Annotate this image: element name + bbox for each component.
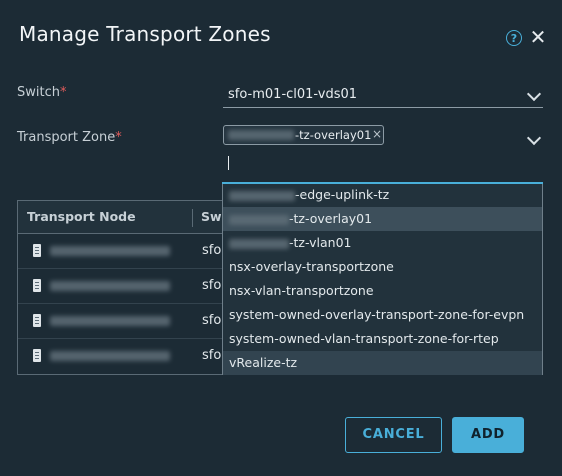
server-icon bbox=[33, 279, 41, 292]
dialog-title: Manage Transport Zones bbox=[19, 22, 271, 46]
cancel-button[interactable]: CANCEL bbox=[345, 417, 442, 453]
dropdown-option[interactable]: system-owned-vlan-transport-zone-for-rte… bbox=[223, 327, 542, 351]
option-label: nsx-overlay-transportzone bbox=[229, 259, 394, 274]
chevron-down-icon[interactable] bbox=[526, 86, 542, 102]
server-icon bbox=[33, 314, 41, 327]
switch-cell: sfo bbox=[202, 348, 222, 363]
transport-zone-label-text: Transport Zone bbox=[17, 130, 116, 145]
option-label: -tz-overlay01 bbox=[289, 211, 373, 226]
option-label: system-owned-vlan-transport-zone-for-rte… bbox=[229, 331, 499, 346]
dropdown-option[interactable]: system-owned-overlay-transport-zone-for-… bbox=[223, 303, 542, 327]
dropdown-option-hovered[interactable]: vRealize-tz bbox=[223, 351, 542, 375]
column-divider bbox=[192, 209, 193, 227]
switch-label-text: Switch bbox=[17, 85, 60, 100]
required-marker: * bbox=[115, 130, 122, 145]
switch-cell: sfo bbox=[202, 243, 222, 258]
dropdown-option[interactable]: -edge-uplink-tz bbox=[223, 183, 542, 207]
text-cursor[interactable] bbox=[228, 156, 229, 170]
chip-remove-icon[interactable]: × bbox=[372, 127, 382, 141]
option-label: nsx-vlan-transportzone bbox=[229, 283, 374, 298]
server-icon bbox=[33, 244, 41, 257]
column-header-transport-node[interactable]: Transport Node bbox=[27, 209, 136, 224]
selected-zone-chip: -tz-overlay01 × bbox=[223, 125, 384, 145]
redacted-text bbox=[229, 214, 289, 225]
redacted-text bbox=[50, 316, 170, 326]
redacted-text bbox=[50, 246, 170, 256]
option-label: vRealize-tz bbox=[229, 355, 298, 370]
switch-value: sfo-m01-cl01-vds01 bbox=[228, 87, 358, 102]
add-button[interactable]: ADD bbox=[452, 417, 524, 453]
redacted-text bbox=[50, 351, 170, 361]
server-icon bbox=[33, 349, 41, 362]
dropdown-option-selected[interactable]: -tz-overlay01 bbox=[223, 207, 542, 231]
close-icon[interactable]: ✕ bbox=[529, 26, 547, 48]
required-marker: * bbox=[59, 85, 67, 100]
option-label: -tz-vlan01 bbox=[289, 235, 352, 250]
dropdown-option[interactable]: -tz-vlan01 bbox=[223, 231, 542, 255]
dropdown-option[interactable]: nsx-vlan-transportzone bbox=[223, 279, 542, 303]
switch-select[interactable]: sfo-m01-cl01-vds01 bbox=[223, 84, 543, 108]
help-icon[interactable]: ? bbox=[506, 30, 522, 46]
switch-label: Switch* bbox=[17, 85, 66, 100]
redacted-text bbox=[229, 238, 289, 249]
dropdown-option[interactable]: nsx-overlay-transportzone bbox=[223, 255, 542, 279]
chevron-down-icon[interactable] bbox=[526, 130, 542, 146]
transport-zone-label: Transport Zone* bbox=[17, 130, 122, 145]
redacted-text bbox=[229, 190, 295, 201]
option-label: system-owned-overlay-transport-zone-for-… bbox=[229, 307, 525, 322]
redacted-text bbox=[50, 281, 170, 291]
switch-cell: sfo bbox=[202, 278, 222, 293]
switch-cell: sfo bbox=[202, 313, 222, 328]
option-label: -edge-uplink-tz bbox=[295, 187, 390, 202]
transport-zone-dropdown: -edge-uplink-tz -tz-overlay01 -tz-vlan01… bbox=[222, 182, 543, 375]
chip-label: -tz-overlay01 bbox=[295, 128, 372, 142]
redacted-text bbox=[228, 130, 294, 140]
